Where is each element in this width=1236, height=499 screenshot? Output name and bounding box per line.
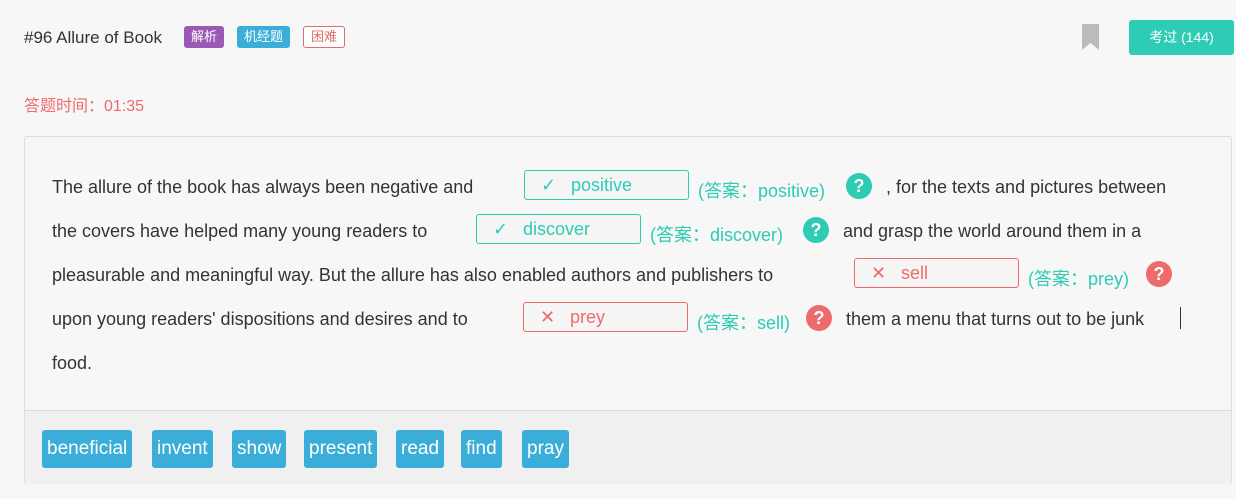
answer-text: (答案：sell) <box>697 313 790 333</box>
option-present[interactable]: present <box>304 430 378 468</box>
passage-text: upon young readers' dispositions and des… <box>52 309 468 329</box>
option-read[interactable]: read <box>396 430 445 468</box>
cross-icon: ✕ <box>871 263 887 283</box>
blank-value: sell <box>901 263 929 283</box>
tag-difficulty: 困难 <box>303 26 346 48</box>
option-show[interactable]: show <box>232 430 287 468</box>
bookmark-icon[interactable] <box>1082 24 1099 50</box>
text-cursor <box>1180 307 1181 329</box>
blank-1[interactable]: ✓ positive <box>524 170 689 200</box>
check-icon: ✓ <box>541 175 557 195</box>
answer-text: (答案：discover) <box>650 225 784 245</box>
blank-3[interactable]: ✕ sell <box>854 258 1019 288</box>
answer-timer: 答题时间：01:35 <box>24 98 145 115</box>
help-icon[interactable]: ? <box>846 173 872 199</box>
cross-icon: ✕ <box>540 307 556 327</box>
question-panel: The allure of the book has always been n… <box>24 136 1232 484</box>
passage-text: The allure of the book has always been n… <box>52 177 474 197</box>
check-icon: ✓ <box>493 219 509 239</box>
option-beneficial[interactable]: beneficial <box>42 430 133 468</box>
word-options: beneficial invent show present read find… <box>25 410 1231 484</box>
blank-value: positive <box>571 175 633 195</box>
help-icon[interactable]: ? <box>803 217 829 243</box>
option-pray[interactable]: pray <box>522 430 569 468</box>
tag-machine-question: 机经题 <box>237 26 291 48</box>
passage-text: the covers have helped many young reader… <box>52 221 428 241</box>
passage-text: food. <box>52 353 93 373</box>
question-header: #96 Allure of Book 解析 机经题 困难 <box>24 24 1236 54</box>
question-title: #96 Allure of Book <box>24 28 162 47</box>
passage-text: them a menu that turns out to be junk <box>846 309 1145 329</box>
option-find[interactable]: find <box>461 430 502 468</box>
tag-analysis[interactable]: 解析 <box>184 26 225 48</box>
answer-text: (答案：prey) <box>1028 269 1130 289</box>
passage-text: , for the texts and pictures between <box>886 177 1167 197</box>
help-icon[interactable]: ? <box>1146 261 1172 287</box>
blank-value: prey <box>570 307 606 327</box>
passage-text: pleasurable and meaningful way. But the … <box>52 265 774 285</box>
help-icon[interactable]: ? <box>806 305 832 331</box>
blank-4[interactable]: ✕ prey <box>523 302 688 332</box>
blank-2[interactable]: ✓ discover <box>476 214 641 244</box>
blank-value: discover <box>523 219 591 239</box>
option-invent[interactable]: invent <box>152 430 213 468</box>
answer-text: (答案：positive) <box>698 181 826 201</box>
passed-button[interactable]: 考过 (144) <box>1129 20 1234 55</box>
passage-text: and grasp the world around them in a <box>843 221 1142 241</box>
